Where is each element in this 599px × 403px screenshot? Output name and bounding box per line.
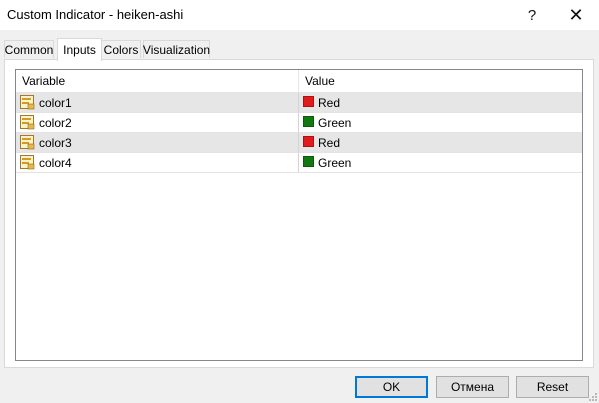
table-row[interactable]: color3 Red — [16, 133, 582, 153]
input-parameter-icon — [20, 155, 35, 170]
tab-common[interactable]: Common — [4, 40, 54, 58]
color-swatch — [303, 136, 314, 147]
cell-variable: color3 — [16, 133, 299, 152]
color-swatch — [303, 156, 314, 167]
value-name: Green — [318, 156, 352, 170]
dialog-body: Common Inputs Colors Visualization Varia… — [0, 30, 599, 403]
tab-inputs[interactable]: Inputs — [57, 38, 102, 61]
inputs-list[interactable]: Variable Value color1 Red color2 Green color… — [15, 69, 583, 361]
title-bar: Custom Indicator - heiken-ashi ? ✕ — [0, 0, 599, 30]
variable-name: color4 — [39, 156, 72, 170]
cell-value[interactable]: Green — [299, 153, 582, 172]
variable-name: color3 — [39, 136, 72, 150]
table-row[interactable]: color2 Green — [16, 113, 582, 133]
help-button[interactable]: ? — [512, 0, 552, 30]
column-header-variable[interactable]: Variable — [16, 70, 299, 92]
value-name: Red — [318, 96, 341, 110]
reset-button[interactable]: Reset — [516, 376, 589, 398]
value-name: Green — [318, 116, 352, 130]
value-name: Red — [318, 136, 341, 150]
cell-variable: color2 — [16, 113, 299, 132]
cancel-button[interactable]: Отмена — [436, 376, 509, 398]
tab-visualization[interactable]: Visualization — [143, 40, 210, 58]
input-parameter-icon — [20, 135, 35, 150]
table-row[interactable]: color1 Red — [16, 93, 582, 113]
cell-value[interactable]: Green — [299, 113, 582, 132]
cell-variable: color1 — [16, 93, 299, 112]
input-parameter-icon — [20, 95, 35, 110]
close-button[interactable]: ✕ — [556, 0, 596, 30]
input-parameter-icon — [20, 115, 35, 130]
color-swatch — [303, 116, 314, 127]
column-header-value[interactable]: Value — [299, 70, 582, 92]
variable-name: color1 — [39, 96, 72, 110]
table-row[interactable]: color4 Green — [16, 153, 582, 173]
resize-grip-icon[interactable] — [589, 393, 597, 401]
ok-button[interactable]: OK — [355, 376, 428, 398]
color-swatch — [303, 96, 314, 107]
inputs-tab-panel: Variable Value color1 Red color2 Green color… — [4, 59, 594, 368]
cell-value[interactable]: Red — [299, 133, 582, 152]
variable-name: color2 — [39, 116, 72, 130]
cell-value[interactable]: Red — [299, 93, 582, 112]
window-title: Custom Indicator - heiken-ashi — [7, 7, 184, 22]
cell-variable: color4 — [16, 153, 299, 172]
tab-colors[interactable]: Colors — [101, 40, 141, 58]
list-header: Variable Value — [16, 70, 582, 93]
